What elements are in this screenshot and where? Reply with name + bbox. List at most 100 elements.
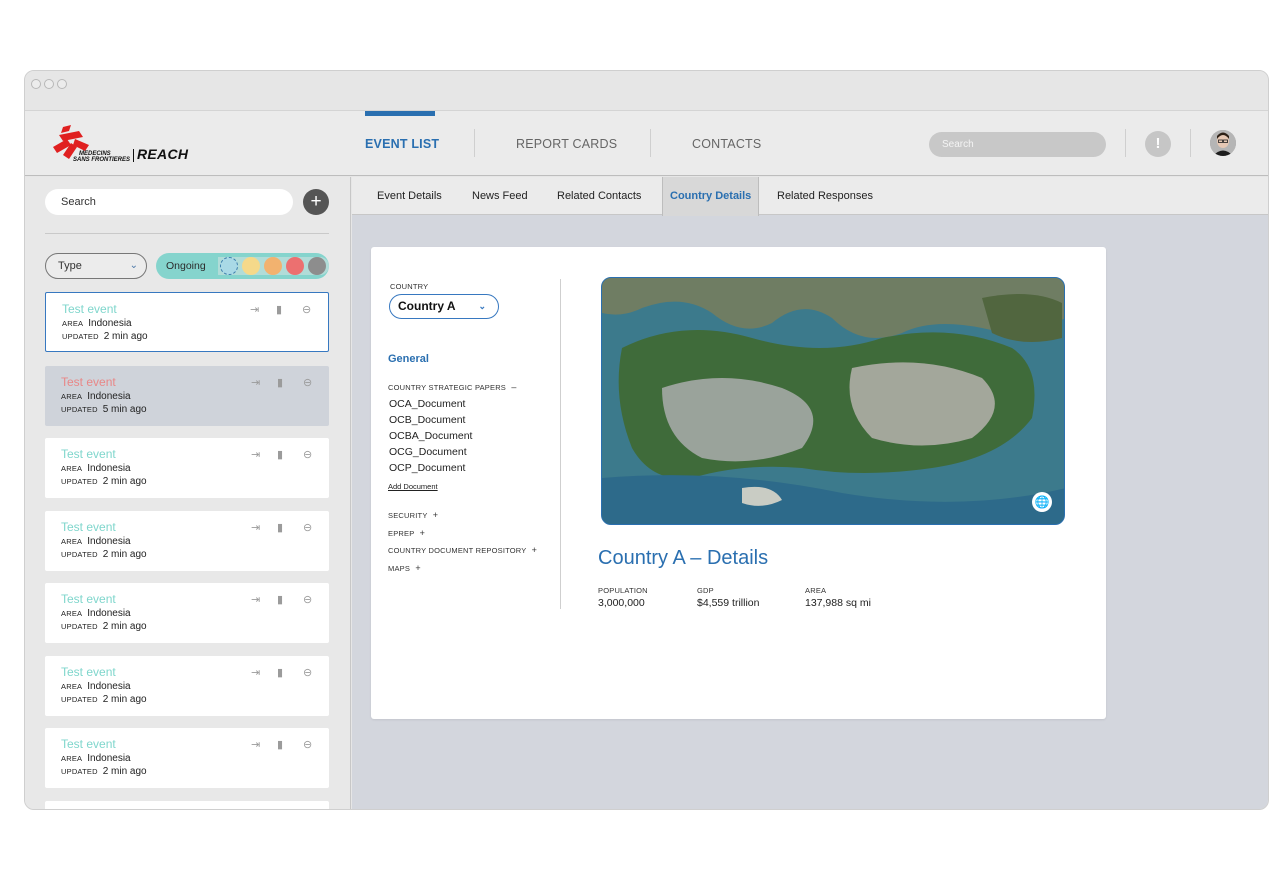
remove-icon[interactable]: ⊖: [303, 738, 312, 751]
export-icon[interactable]: ⇥: [251, 521, 260, 534]
severity-dot-3[interactable]: [264, 257, 282, 275]
security-section-toggle[interactable]: SECURITY +: [388, 510, 438, 520]
header-divider: [1190, 129, 1191, 157]
header-search-input[interactable]: Search: [929, 132, 1106, 157]
document-repository-section-toggle[interactable]: COUNTRY DOCUMENT REPOSITORY +: [388, 545, 537, 555]
event-actions: ⇥ ▮ ⊖: [249, 593, 319, 607]
alert-icon[interactable]: !: [1145, 131, 1171, 157]
tab-related-contacts[interactable]: Related Contacts: [557, 177, 641, 215]
event-title: Test event: [61, 592, 116, 606]
event-sidebar: Search + Type ⌄ Ongoing Test event AREA In…: [25, 177, 351, 809]
nav-tab-event-list[interactable]: EVENT LIST: [365, 137, 439, 151]
tab-news-feed[interactable]: News Feed: [472, 177, 528, 215]
event-updated-row: UPDATED 2 min ago: [61, 476, 147, 487]
country-satellite-map[interactable]: 🌐: [601, 277, 1065, 525]
export-icon[interactable]: ⇥: [251, 593, 260, 606]
bookmark-icon[interactable]: ▮: [277, 376, 283, 389]
document-link[interactable]: OCP_Document: [389, 462, 465, 474]
event-card[interactable]: Test event AREA Indonesia UPDATED 2 min ago ⇥…: [45, 728, 329, 788]
area-label: AREA: [61, 464, 83, 473]
area-label: AREA: [61, 609, 83, 618]
updated-value: 2 min ago: [102, 694, 147, 705]
updated-value: 2 min ago: [102, 766, 147, 777]
nav-divider: [474, 129, 475, 157]
severity-dot-5[interactable]: [308, 257, 326, 275]
severity-dot-1[interactable]: [220, 257, 238, 275]
export-icon[interactable]: ⇥: [250, 303, 259, 316]
bookmark-icon[interactable]: ▮: [277, 666, 283, 679]
type-filter-select[interactable]: Type ⌄: [45, 253, 147, 279]
updated-value: 5 min ago: [102, 404, 147, 415]
event-card[interactable]: [45, 801, 329, 809]
minimize-window-button[interactable]: [44, 79, 54, 89]
event-card[interactable]: Test event AREA Indonesia UPDATED 2 min ago ⇥…: [45, 292, 329, 352]
area-value: Indonesia: [87, 681, 131, 692]
strategic-papers-toggle[interactable]: COUNTRY STRATEGIC PAPERS –: [388, 382, 517, 392]
nav-tab-report-cards[interactable]: REPORT CARDS: [516, 137, 617, 151]
export-icon[interactable]: ⇥: [251, 738, 260, 751]
general-section-link[interactable]: General: [388, 353, 429, 365]
event-area-row: AREA Indonesia: [61, 608, 131, 619]
event-card[interactable]: Test event AREA Indonesia UPDATED 2 min ago ⇥…: [45, 438, 329, 498]
gdp-value: $4,559 trillion: [697, 597, 760, 609]
export-icon[interactable]: ⇥: [251, 376, 260, 389]
event-card[interactable]: Test event AREA Indonesia UPDATED 5 min ago ⇥…: [45, 366, 329, 426]
tab-country-details[interactable]: Country Details: [662, 177, 760, 216]
sidebar-search-input[interactable]: Search: [45, 189, 293, 215]
maps-section-toggle[interactable]: MAPS +: [388, 563, 421, 573]
status-filter-label: Ongoing: [166, 260, 206, 272]
document-repository-section-label: COUNTRY DOCUMENT REPOSITORY: [388, 546, 527, 555]
remove-icon[interactable]: ⊖: [303, 376, 312, 389]
remove-icon[interactable]: ⊖: [303, 521, 312, 534]
eprep-section-toggle[interactable]: EPREP +: [388, 528, 425, 538]
event-card[interactable]: Test event AREA Indonesia UPDATED 2 min ago ⇥…: [45, 656, 329, 716]
export-icon[interactable]: ⇥: [251, 666, 260, 679]
bookmark-icon[interactable]: ▮: [276, 303, 282, 316]
event-area-row: AREA Indonesia: [62, 318, 132, 329]
user-avatar[interactable]: [1210, 130, 1236, 156]
main-content: Event Details News Feed Related Contacts…: [352, 177, 1268, 809]
close-window-button[interactable]: [31, 79, 41, 89]
event-area-row: AREA Indonesia: [61, 463, 131, 474]
area-value: Indonesia: [87, 753, 131, 764]
updated-label: UPDATED: [62, 332, 99, 341]
updated-value: 2 min ago: [102, 621, 147, 632]
updated-label: UPDATED: [61, 405, 98, 414]
event-card[interactable]: Test event AREA Indonesia UPDATED 2 min ago ⇥…: [45, 511, 329, 571]
bookmark-icon[interactable]: ▮: [277, 521, 283, 534]
event-updated-row: UPDATED 5 min ago: [61, 404, 147, 415]
add-event-button[interactable]: +: [303, 189, 329, 215]
document-link[interactable]: OCG_Document: [389, 446, 467, 458]
area-label: AREA: [61, 537, 83, 546]
globe-icon[interactable]: 🌐: [1032, 492, 1052, 512]
severity-dot-4[interactable]: [286, 257, 304, 275]
area-value: 137,988 sq mi: [805, 597, 871, 609]
severity-dot-2[interactable]: [242, 257, 260, 275]
event-card[interactable]: Test event AREA Indonesia UPDATED 2 min ago ⇥…: [45, 583, 329, 643]
tab-related-responses[interactable]: Related Responses: [777, 177, 873, 215]
document-link[interactable]: OCBA_Document: [389, 430, 472, 442]
document-link[interactable]: OCA_Document: [389, 398, 465, 410]
remove-icon[interactable]: ⊖: [303, 666, 312, 679]
add-document-link[interactable]: Add Document: [388, 482, 438, 491]
document-link[interactable]: OCB_Document: [389, 414, 465, 426]
status-filter[interactable]: Ongoing: [156, 253, 329, 279]
area-label: AREA: [805, 586, 827, 595]
area-value: Indonesia: [88, 318, 132, 329]
remove-icon[interactable]: ⊖: [303, 593, 312, 606]
nav-tab-contacts[interactable]: CONTACTS: [692, 137, 761, 151]
export-icon[interactable]: ⇥: [251, 448, 260, 461]
remove-icon[interactable]: ⊖: [303, 448, 312, 461]
area-label: AREA: [61, 754, 83, 763]
detail-tabs: Event Details News Feed Related Contacts…: [352, 177, 1268, 216]
tab-event-details[interactable]: Event Details: [377, 177, 442, 215]
remove-icon[interactable]: ⊖: [302, 303, 311, 316]
bookmark-icon[interactable]: ▮: [277, 738, 283, 751]
country-select[interactable]: Country A ⌄: [389, 294, 499, 319]
bookmark-icon[interactable]: ▮: [277, 593, 283, 606]
strategic-papers-label: COUNTRY STRATEGIC PAPERS: [388, 383, 507, 392]
title-bar: [25, 71, 1268, 111]
maximize-window-button[interactable]: [57, 79, 67, 89]
bookmark-icon[interactable]: ▮: [277, 448, 283, 461]
security-section-label: SECURITY: [388, 511, 428, 520]
